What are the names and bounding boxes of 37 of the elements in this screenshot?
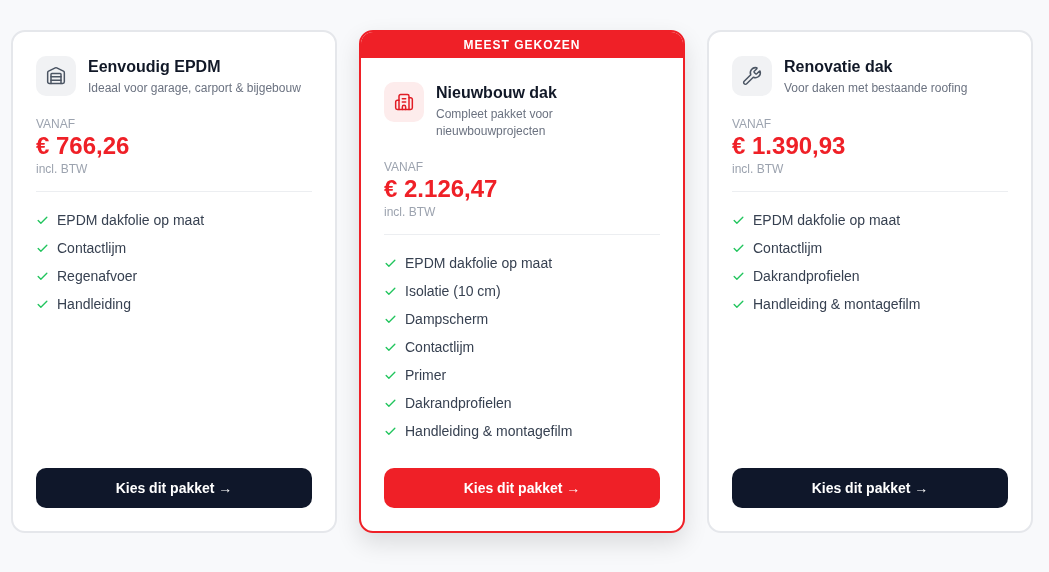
plan-subtitle: Ideaal voor garage, carport & bijgebouw — [88, 80, 301, 97]
choose-plan-button[interactable]: Kies dit pakket → — [36, 468, 312, 508]
price-label: VANAF — [732, 117, 773, 131]
feature-text: Handleiding & montagefilm — [405, 421, 573, 441]
feature-text: Primer — [405, 365, 447, 385]
feature-text: EPDM dakfolie op maat — [753, 210, 901, 230]
feature-text: Contactlijm — [57, 238, 127, 258]
plan-subtitle: Voor daken met bestaande roofing — [784, 80, 968, 97]
plan-price: € 1.390,93 — [732, 131, 847, 161]
feature-text: Handleiding & montagefilm — [753, 294, 921, 314]
plan-subtitle: Compleet pakket voor nieuwbouwprojecten — [436, 106, 554, 140]
plan-title: Eenvoudig EPDM — [88, 57, 222, 77]
feature-text: Isolatie (10 cm) — [405, 281, 501, 301]
tax-note: incl. BTW — [732, 161, 785, 177]
plan-title: Renovatie dak — [784, 57, 894, 77]
plan-title: Nieuwbouw dak — [436, 83, 558, 103]
feature-text: Contactlijm — [405, 337, 475, 357]
feature-text: Regenafvoer — [57, 266, 138, 286]
building-icon — [394, 92, 414, 112]
popular-badge: MEEST GEKOZEN — [361, 32, 683, 58]
feature-text: Dakrandprofielen — [405, 393, 512, 413]
price-label: VANAF — [36, 117, 77, 131]
feature-text: Contactlijm — [753, 238, 823, 258]
feature-text: EPDM dakfolie op maat — [57, 210, 205, 230]
tax-note: incl. BTW — [36, 161, 89, 177]
feature-text: Dakrandprofielen — [753, 266, 860, 286]
tax-note: incl. BTW — [384, 204, 437, 220]
price-label: VANAF — [384, 160, 425, 174]
feature-text: Dampscherm — [405, 309, 489, 329]
choose-plan-button[interactable]: Kies dit pakket → — [384, 468, 660, 508]
wrench-icon — [742, 66, 762, 86]
choose-plan-button[interactable]: Kies dit pakket → — [732, 468, 1008, 508]
feature-text: EPDM dakfolie op maat — [405, 253, 553, 273]
garage-icon — [46, 66, 66, 86]
feature-text: Handleiding — [57, 294, 131, 314]
plan-price: € 766,26 — [36, 131, 131, 161]
plan-price: € 2.126,47 — [384, 174, 499, 204]
